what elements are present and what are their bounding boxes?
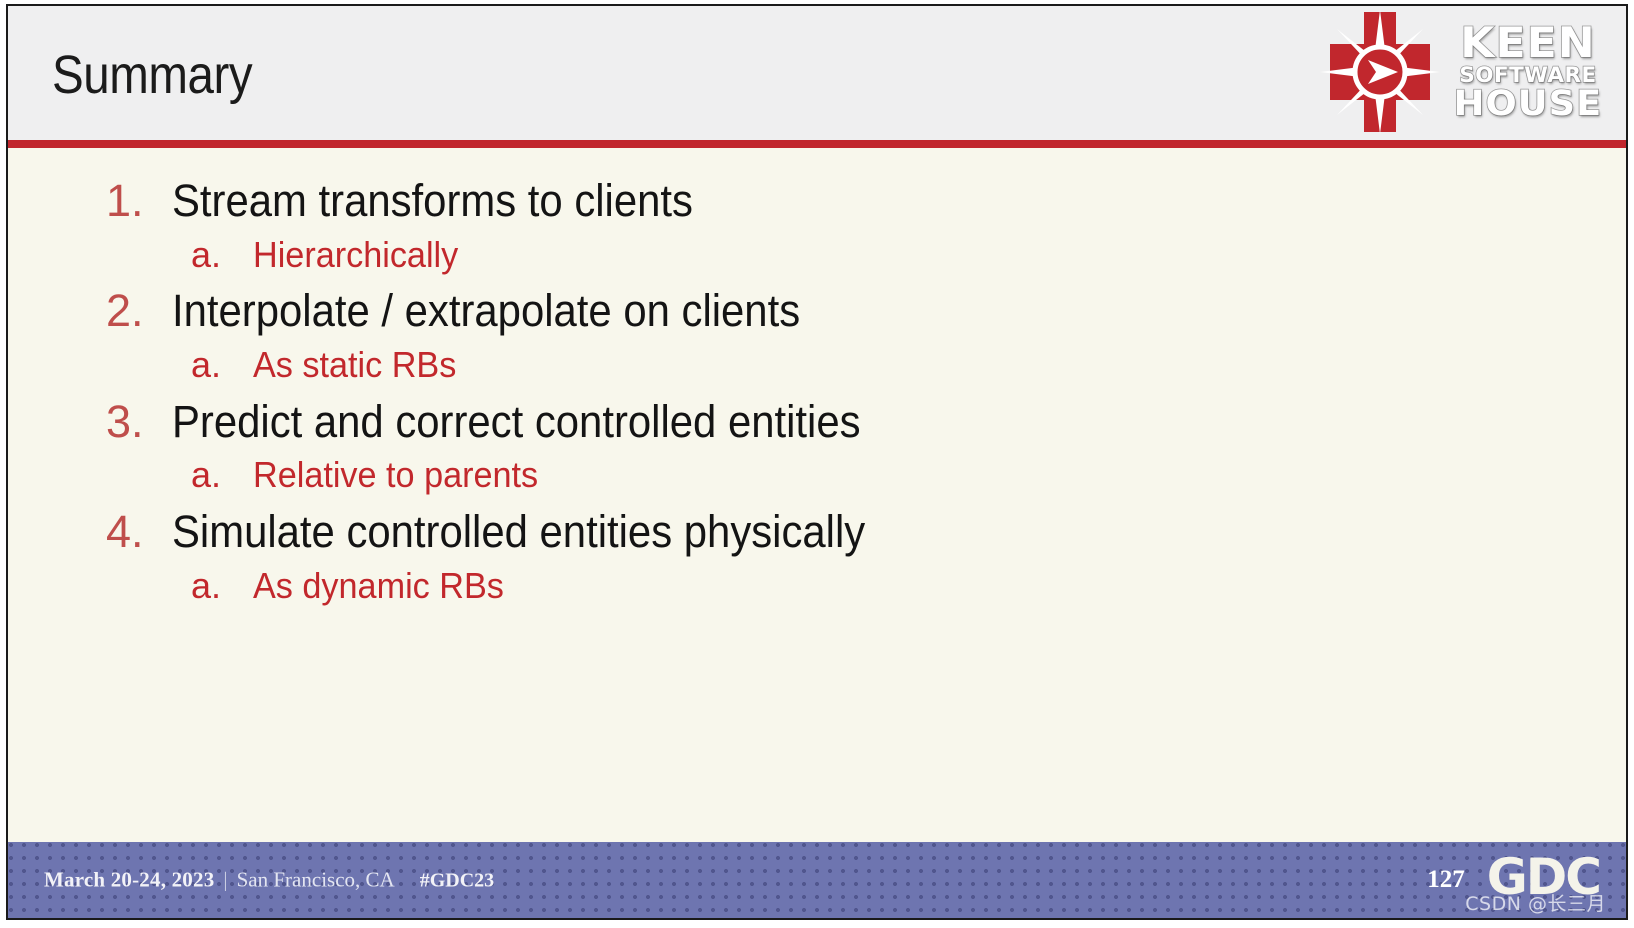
list-item: 3. Predict and correct controlled entiti… <box>8 393 1626 451</box>
list-item-text: Simulate controlled entities physically <box>172 506 866 558</box>
sub-list-item: a. Relative to parents <box>8 452 1626 499</box>
page-title: Summary <box>52 45 253 105</box>
wordmark-line-house: HOUSE <box>1453 84 1603 124</box>
sub-list-item-text: As dynamic RBs <box>253 564 504 606</box>
slide-footer: March 20-24, 2023 | San Francisco, CA #G… <box>8 842 1626 918</box>
list-marker: 3. <box>106 395 144 447</box>
keen-wordmark: KEEN SOFTWARE HOUSE <box>1446 16 1610 128</box>
footer-date: March 20-24, 2023 <box>44 867 215 892</box>
list-item-text: Predict and correct controlled entities <box>172 395 861 447</box>
list-item: 1. Stream transforms to clients <box>8 172 1626 230</box>
sub-list-item: a. As static RBs <box>8 342 1626 389</box>
sub-list-marker: a. <box>191 564 222 606</box>
sub-list-item-text: Relative to parents <box>253 454 539 496</box>
wordmark-line-keen: KEEN <box>1459 18 1596 67</box>
list-item: 4. Simulate controlled entities physical… <box>8 503 1626 561</box>
sub-list-marker: a. <box>191 233 222 275</box>
list-item: 2. Interpolate / extrapolate on clients <box>8 282 1626 340</box>
header-divider-rule <box>8 140 1626 148</box>
keen-software-house-logo: KEEN SOFTWARE HOUSE <box>1310 8 1610 136</box>
footer-city: San Francisco, CA <box>236 867 395 892</box>
footer-separator: | <box>223 867 228 892</box>
keen-cross-star-icon <box>1320 10 1440 134</box>
list-marker: 1. <box>106 175 144 226</box>
sub-list-item: a. As dynamic RBs <box>8 563 1626 610</box>
footer-hashtag: #GDC23 <box>419 869 495 892</box>
sub-list-item-text: Hierarchically <box>253 233 459 275</box>
footer-event-info: March 20-24, 2023 | San Francisco, CA #G… <box>44 868 494 893</box>
summary-list: 1. Stream transforms to clients a. Hiera… <box>8 172 1626 610</box>
sub-list-marker: a. <box>191 454 222 496</box>
wordmark-line-software: SOFTWARE <box>1459 63 1597 87</box>
list-marker: 4. <box>106 506 144 558</box>
slide-body: 1. Stream transforms to clients a. Hiera… <box>8 148 1626 830</box>
sub-list-item-text: As static RBs <box>253 343 457 385</box>
slide-page-number: 127 <box>1427 866 1465 893</box>
list-item-text: Stream transforms to clients <box>172 175 693 226</box>
sub-list-item: a. Hierarchically <box>8 232 1626 279</box>
list-marker: 2. <box>106 285 144 337</box>
sub-list-marker: a. <box>191 343 222 385</box>
list-item-text: Interpolate / extrapolate on clients <box>172 285 801 337</box>
presentation-slide: Summary KEEN SOFTWARE HOUSE 1. Stream tr… <box>6 4 1628 920</box>
csdn-watermark: CSDN @长三月 <box>1465 893 1606 915</box>
